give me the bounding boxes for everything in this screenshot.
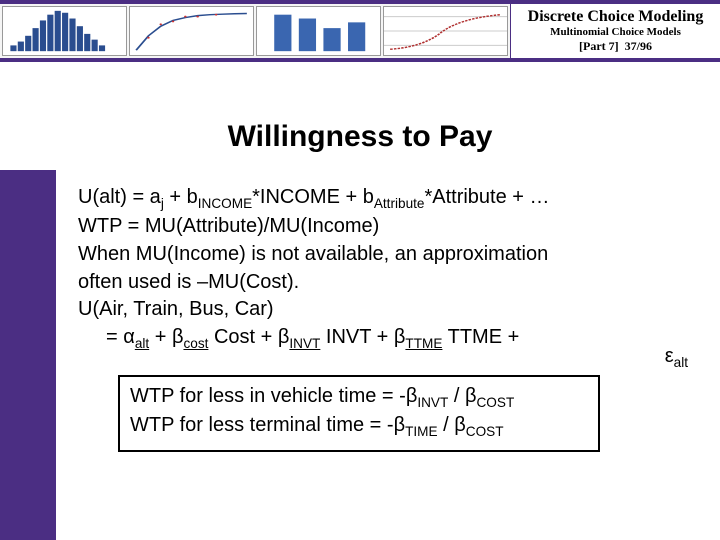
slide-body: U(alt) = aj + bINCOME*INCOME + bAttribut… <box>78 185 690 354</box>
thumb-histogram <box>2 6 127 56</box>
text-approx-2: often used is –MU(Cost). <box>78 270 690 296</box>
eq-wtp-def: WTP = MU(Attribute)/MU(Income) <box>78 214 690 240</box>
course-subtitle: Multinomial Choice Models <box>550 26 681 38</box>
epsilon-term: εalt <box>665 345 688 370</box>
page-number: 37/96 <box>625 39 652 53</box>
thumb-curve <box>129 6 254 56</box>
thumb-bars <box>256 6 381 56</box>
header-title-box: Discrete Choice Modeling Multinomial Cho… <box>510 4 720 58</box>
thumb-sigmoid <box>383 6 508 56</box>
slide-title: Willingness to Pay <box>0 120 720 154</box>
left-accent-stripe <box>0 170 56 540</box>
text-approx-1: When MU(Income) is not available, an app… <box>78 242 690 268</box>
part-label: [Part 7] <box>579 39 619 53</box>
wtp-invt-row: WTP for less in vehicle time = -βINVT / … <box>130 383 588 412</box>
slide-header: Discrete Choice Modeling Multinomial Cho… <box>0 0 720 62</box>
course-title: Discrete Choice Modeling <box>528 8 704 26</box>
part-page: [Part 7] 37/96 <box>579 39 652 54</box>
eq-utility-modes: U(Air, Train, Bus, Car) <box>78 297 690 323</box>
eq-utility-expanded: = αalt + βcost Cost + βINVT INVT + βTTME… <box>78 325 690 352</box>
wtp-time-row: WTP for less terminal time = -βTIME / βC… <box>130 412 588 441</box>
header-thumbnails <box>0 4 510 58</box>
wtp-formula-box: WTP for less in vehicle time = -βINVT / … <box>118 375 600 452</box>
eq-utility-general: U(alt) = aj + bINCOME*INCOME + bAttribut… <box>78 185 690 212</box>
